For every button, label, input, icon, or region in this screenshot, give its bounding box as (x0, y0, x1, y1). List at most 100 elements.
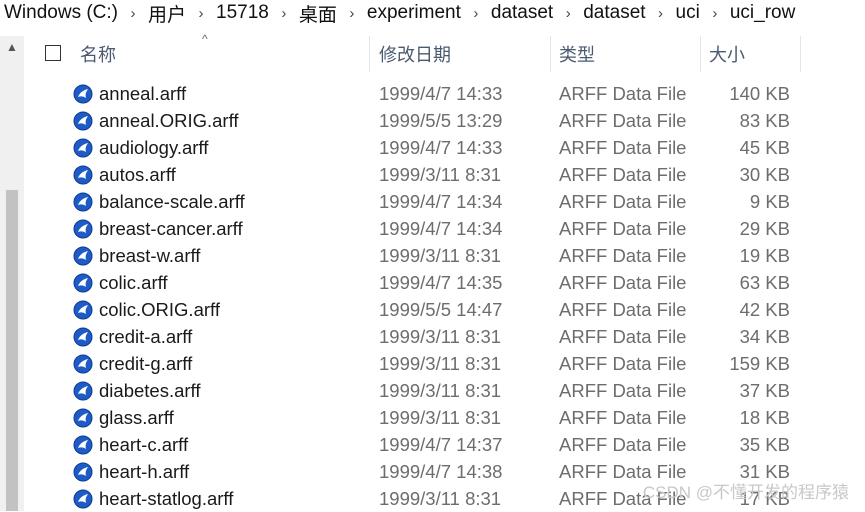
chevron-right-icon[interactable]: › (557, 5, 579, 22)
column-header-size[interactable]: 大小 (701, 36, 801, 72)
chevron-right-icon[interactable]: › (341, 5, 363, 22)
file-row[interactable]: breast-w.arff 1999/3/11 8:31 ARFF Data Fil… (24, 242, 865, 269)
weka-bird-icon (72, 377, 94, 404)
file-date: 1999/4/7 14:33 (379, 82, 503, 104)
weka-bird-icon (72, 269, 94, 296)
vertical-scrollbar[interactable]: ▲ (0, 36, 24, 511)
column-header-date[interactable]: 修改日期 (370, 36, 551, 72)
file-name: audiology.arff (99, 136, 209, 158)
file-name: heart-statlog.arff (99, 487, 234, 509)
file-date: 1999/4/7 14:33 (379, 136, 503, 158)
file-date: 1999/3/11 8:31 (379, 406, 502, 428)
file-date: 1999/4/7 14:35 (379, 271, 503, 293)
file-name: credit-a.arff (99, 325, 193, 347)
file-row[interactable]: anneal.ORIG.arff 1999/5/5 13:29 ARFF Data … (24, 107, 865, 134)
weka-bird-icon (72, 323, 94, 350)
file-name: balance-scale.arff (99, 190, 245, 212)
file-name: colic.ORIG.arff (99, 298, 220, 320)
column-header-name[interactable]: 名称 ^ (24, 32, 370, 72)
column-header-type-label: 类型 (559, 45, 595, 65)
file-row[interactable]: diabetes.arff 1999/3/11 8:31 ARFF Data Fil… (24, 377, 865, 404)
file-name: credit-g.arff (99, 352, 193, 374)
breadcrumb-item[interactable]: 用户 (144, 0, 190, 27)
breadcrumb-item[interactable]: dataset (487, 2, 557, 24)
file-row[interactable]: colic.ORIG.arff 1999/5/5 14:47 ARFF Data F… (24, 296, 865, 323)
file-row[interactable]: autos.arff 1999/3/11 8:31 ARFF Data File 30… (24, 161, 865, 188)
file-date: 1999/3/11 8:31 (379, 352, 502, 374)
file-size: 63 KB (739, 271, 790, 293)
weka-bird-icon (72, 80, 94, 107)
file-size: 29 KB (739, 217, 790, 239)
breadcrumb-item[interactable]: dataset (579, 2, 649, 24)
weka-bird-icon (72, 485, 94, 512)
file-row[interactable]: audiology.arff 1999/4/7 14:33 ARFF Data Fi… (24, 134, 865, 161)
file-date: 1999/4/7 14:34 (379, 217, 503, 239)
weka-bird-icon (72, 188, 94, 215)
file-size: 18 KB (739, 406, 790, 428)
file-name: breast-cancer.arff (99, 217, 243, 239)
column-header-type[interactable]: 类型 (551, 36, 701, 72)
file-row[interactable]: breast-cancer.arff 1999/4/7 14:34 ARFF Dat… (24, 215, 865, 242)
breadcrumb-item[interactable]: 15718 (212, 2, 273, 24)
file-row[interactable]: colic.arff 1999/4/7 14:35 ARFF Data File 63… (24, 269, 865, 296)
file-size: 45 KB (739, 136, 790, 158)
weka-bird-icon (72, 404, 94, 431)
chevron-right-icon[interactable]: › (190, 5, 212, 22)
file-name: heart-h.arff (99, 460, 190, 482)
column-header-size-label: 大小 (709, 45, 745, 65)
chevron-right-icon[interactable]: › (465, 5, 487, 22)
weka-bird-icon (72, 350, 94, 377)
file-date: 1999/4/7 14:37 (379, 433, 503, 455)
file-date: 1999/3/11 8:31 (379, 163, 502, 185)
file-date: 1999/3/11 8:31 (379, 379, 502, 401)
weka-bird-icon (72, 161, 94, 188)
weka-bird-icon (72, 242, 94, 269)
file-name: heart-c.arff (99, 433, 189, 455)
file-row[interactable]: credit-a.arff 1999/3/11 8:31 ARFF Data Fil… (24, 323, 865, 350)
file-date: 1999/4/7 14:38 (379, 460, 503, 482)
file-row[interactable]: heart-c.arff 1999/4/7 14:37 ARFF Data File… (24, 431, 865, 458)
file-date: 1999/5/5 13:29 (379, 109, 503, 131)
file-name: breast-w.arff (99, 244, 201, 266)
chevron-right-icon[interactable]: › (273, 5, 295, 22)
weka-bird-icon (72, 296, 94, 323)
breadcrumb-item[interactable]: uci (672, 2, 704, 24)
weka-bird-icon (72, 215, 94, 242)
file-size: 83 KB (739, 109, 790, 131)
weka-bird-icon (72, 458, 94, 485)
file-date: 1999/4/7 14:34 (379, 190, 503, 212)
file-date: 1999/3/11 8:31 (379, 325, 502, 347)
file-size: 9 KB (749, 190, 790, 212)
column-header-date-label: 修改日期 (379, 45, 451, 65)
file-name: anneal.ORIG.arff (99, 109, 239, 131)
chevron-right-icon[interactable]: › (704, 5, 726, 22)
chevron-right-icon[interactable]: › (122, 5, 144, 22)
file-row[interactable]: anneal.arff 1999/4/7 14:33 ARFF Data File 1… (24, 80, 865, 107)
file-name: glass.arff (99, 406, 174, 428)
file-size: 35 KB (739, 433, 790, 455)
file-row[interactable]: credit-g.arff 1999/3/11 8:31 ARFF Data Fil… (24, 350, 865, 377)
sort-ascending-icon: ^ (202, 32, 208, 46)
file-name: diabetes.arff (99, 379, 201, 401)
breadcrumb-item[interactable]: experiment (363, 2, 465, 24)
scroll-up-icon[interactable]: ▲ (0, 36, 24, 58)
breadcrumb-item[interactable]: uci_row (726, 2, 799, 24)
file-size: 34 KB (739, 325, 790, 347)
breadcrumb-item[interactable]: 桌面 (295, 0, 341, 27)
file-size: 140 KB (729, 82, 790, 104)
breadcrumb-item[interactable]: Windows (C:) (0, 2, 122, 24)
breadcrumb: Windows (C:) › 用户 › 15718 › 桌面 › experiment › data… (0, 0, 865, 26)
file-size: 37 KB (739, 379, 790, 401)
file-size: 19 KB (739, 244, 790, 266)
scrollbar-thumb[interactable] (6, 190, 18, 511)
column-header-name-label: 名称 (80, 45, 116, 65)
file-name: anneal.arff (99, 82, 187, 104)
file-size: 30 KB (739, 163, 790, 185)
file-name: autos.arff (99, 163, 176, 185)
file-row[interactable]: balance-scale.arff 1999/4/7 14:34 ARFF Dat… (24, 188, 865, 215)
file-size: 159 KB (729, 352, 790, 374)
chevron-right-icon[interactable]: › (650, 5, 672, 22)
file-date: 1999/3/11 8:31 (379, 244, 502, 266)
weka-bird-icon (72, 431, 94, 458)
file-row[interactable]: glass.arff 1999/3/11 8:31 ARFF Data File 18… (24, 404, 865, 431)
